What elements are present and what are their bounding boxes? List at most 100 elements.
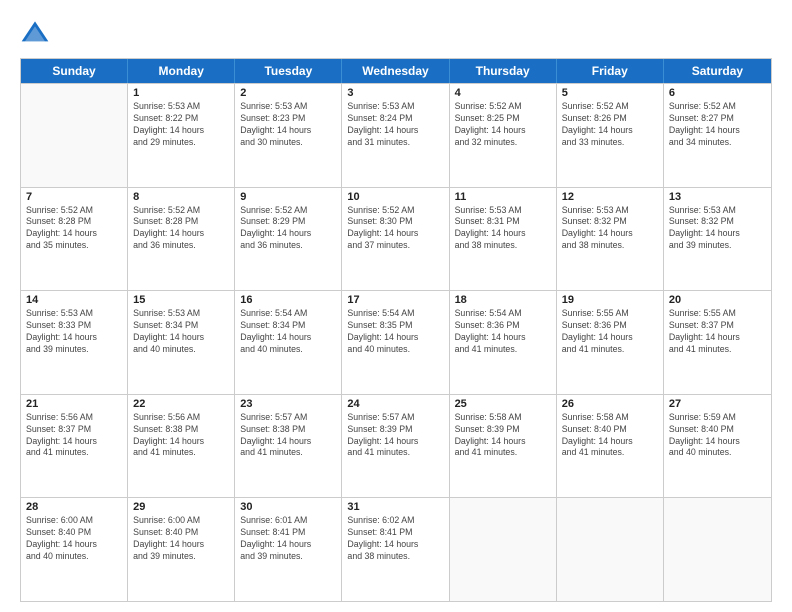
day-number: 31 [347,501,443,513]
day-info: Sunrise: 5:53 AM Sunset: 8:33 PM Dayligh… [26,308,122,356]
calendar-row-4: 21 Sunrise: 5:56 AM Sunset: 8:37 PM Dayli… [21,394,771,498]
day-number: 20 [669,294,766,306]
day-number: 22 [133,398,229,410]
day-info: Sunrise: 5:54 AM Sunset: 8:34 PM Dayligh… [240,308,336,356]
day-info: Sunrise: 5:54 AM Sunset: 8:35 PM Dayligh… [347,308,443,356]
day-cell-17: 17 Sunrise: 5:54 AM Sunset: 8:35 PM Dayli… [342,291,449,394]
day-number: 13 [669,191,766,203]
calendar-row-3: 14 Sunrise: 5:53 AM Sunset: 8:33 PM Dayli… [21,290,771,394]
header-day-monday: Monday [128,59,235,83]
header-day-tuesday: Tuesday [235,59,342,83]
day-info: Sunrise: 6:00 AM Sunset: 8:40 PM Dayligh… [133,515,229,563]
day-info: Sunrise: 5:55 AM Sunset: 8:36 PM Dayligh… [562,308,658,356]
day-info: Sunrise: 5:57 AM Sunset: 8:39 PM Dayligh… [347,412,443,460]
day-number: 5 [562,87,658,99]
day-number: 14 [26,294,122,306]
day-info: Sunrise: 5:58 AM Sunset: 8:40 PM Dayligh… [562,412,658,460]
day-number: 6 [669,87,766,99]
day-cell-29: 29 Sunrise: 6:00 AM Sunset: 8:40 PM Dayli… [128,498,235,601]
day-cell-13: 13Sunrise: 5:53 AM Sunset: 8:32 PM Dayli… [664,188,771,291]
day-cell-22: 22 Sunrise: 5:56 AM Sunset: 8:38 PM Dayli… [128,395,235,498]
logo-icon [20,18,50,48]
day-number: 19 [562,294,658,306]
day-info: Sunrise: 5:56 AM Sunset: 8:38 PM Dayligh… [133,412,229,460]
day-info: Sunrise: 5:52 AM Sunset: 8:28 PM Dayligh… [26,205,122,253]
header [20,18,772,48]
header-day-wednesday: Wednesday [342,59,449,83]
day-number: 11 [455,191,551,203]
day-info: Sunrise: 5:58 AM Sunset: 8:39 PM Dayligh… [455,412,551,460]
calendar-row-1: 1Sunrise: 5:53 AM Sunset: 8:22 PM Daylig… [21,83,771,187]
day-info: Sunrise: 5:53 AM Sunset: 8:24 PM Dayligh… [347,101,443,149]
day-info: Sunrise: 5:52 AM Sunset: 8:27 PM Dayligh… [669,101,766,149]
calendar-row-2: 7 Sunrise: 5:52 AM Sunset: 8:28 PM Daylig… [21,187,771,291]
day-info: Sunrise: 6:01 AM Sunset: 8:41 PM Dayligh… [240,515,336,563]
day-number: 17 [347,294,443,306]
day-cell-26: 26Sunrise: 5:58 AM Sunset: 8:40 PM Dayli… [557,395,664,498]
day-cell-11: 11Sunrise: 5:53 AM Sunset: 8:31 PM Dayli… [450,188,557,291]
header-day-sunday: Sunday [21,59,128,83]
day-cell-28: 28Sunrise: 6:00 AM Sunset: 8:40 PM Dayli… [21,498,128,601]
day-info: Sunrise: 5:59 AM Sunset: 8:40 PM Dayligh… [669,412,766,460]
calendar: SundayMondayTuesdayWednesdayThursdayFrid… [20,58,772,602]
day-info: Sunrise: 6:02 AM Sunset: 8:41 PM Dayligh… [347,515,443,563]
day-number: 24 [347,398,443,410]
day-number: 3 [347,87,443,99]
day-number: 4 [455,87,551,99]
day-cell-7: 7 Sunrise: 5:52 AM Sunset: 8:28 PM Daylig… [21,188,128,291]
header-day-thursday: Thursday [450,59,557,83]
day-number: 28 [26,501,122,513]
day-number: 16 [240,294,336,306]
day-number: 25 [455,398,551,410]
day-cell-31: 31 Sunrise: 6:02 AM Sunset: 8:41 PM Dayli… [342,498,449,601]
empty-cell [664,498,771,601]
day-cell-1: 1Sunrise: 5:53 AM Sunset: 8:22 PM Daylig… [128,84,235,187]
day-number: 29 [133,501,229,513]
logo [20,18,54,48]
header-day-friday: Friday [557,59,664,83]
day-cell-27: 27 Sunrise: 5:59 AM Sunset: 8:40 PM Dayli… [664,395,771,498]
day-info: Sunrise: 5:54 AM Sunset: 8:36 PM Dayligh… [455,308,551,356]
day-cell-4: 4 Sunrise: 5:52 AM Sunset: 8:25 PM Daylig… [450,84,557,187]
day-number: 21 [26,398,122,410]
day-number: 27 [669,398,766,410]
day-info: Sunrise: 5:52 AM Sunset: 8:29 PM Dayligh… [240,205,336,253]
day-number: 23 [240,398,336,410]
day-info: Sunrise: 5:52 AM Sunset: 8:25 PM Dayligh… [455,101,551,149]
day-number: 9 [240,191,336,203]
day-cell-24: 24 Sunrise: 5:57 AM Sunset: 8:39 PM Dayli… [342,395,449,498]
day-info: Sunrise: 5:53 AM Sunset: 8:23 PM Dayligh… [240,101,336,149]
day-cell-20: 20 Sunrise: 5:55 AM Sunset: 8:37 PM Dayli… [664,291,771,394]
day-cell-30: 30Sunrise: 6:01 AM Sunset: 8:41 PM Dayli… [235,498,342,601]
day-info: Sunrise: 5:52 AM Sunset: 8:28 PM Dayligh… [133,205,229,253]
page: SundayMondayTuesdayWednesdayThursdayFrid… [0,0,792,612]
day-number: 18 [455,294,551,306]
day-number: 12 [562,191,658,203]
day-info: Sunrise: 5:57 AM Sunset: 8:38 PM Dayligh… [240,412,336,460]
day-info: Sunrise: 5:53 AM Sunset: 8:22 PM Dayligh… [133,101,229,149]
day-cell-5: 5Sunrise: 5:52 AM Sunset: 8:26 PM Daylig… [557,84,664,187]
day-cell-6: 6 Sunrise: 5:52 AM Sunset: 8:27 PM Daylig… [664,84,771,187]
empty-cell [21,84,128,187]
day-cell-2: 2 Sunrise: 5:53 AM Sunset: 8:23 PM Daylig… [235,84,342,187]
day-info: Sunrise: 5:52 AM Sunset: 8:30 PM Dayligh… [347,205,443,253]
day-cell-23: 23 Sunrise: 5:57 AM Sunset: 8:38 PM Dayli… [235,395,342,498]
empty-cell [450,498,557,601]
day-cell-9: 9 Sunrise: 5:52 AM Sunset: 8:29 PM Daylig… [235,188,342,291]
calendar-body: 1Sunrise: 5:53 AM Sunset: 8:22 PM Daylig… [21,83,771,601]
header-day-saturday: Saturday [664,59,771,83]
calendar-row-5: 28 Sunrise: 6:00 AM Sunset: 8:40 PM Dayli… [21,497,771,601]
day-number: 2 [240,87,336,99]
day-cell-18: 18 Sunrise: 5:54 AM Sunset: 8:36 PM Dayli… [450,291,557,394]
day-info: Sunrise: 5:53 AM Sunset: 8:32 PM Dayligh… [562,205,658,253]
day-cell-21: 21 Sunrise: 5:56 AM Sunset: 8:37 PM Dayli… [21,395,128,498]
day-cell-19: 19 Sunrise: 5:55 AM Sunset: 8:36 PM Dayli… [557,291,664,394]
day-info: Sunrise: 5:55 AM Sunset: 8:37 PM Dayligh… [669,308,766,356]
day-cell-16: 16 Sunrise: 5:54 AM Sunset: 8:34 PM Dayli… [235,291,342,394]
day-cell-15: 15Sunrise: 5:53 AM Sunset: 8:34 PM Dayli… [128,291,235,394]
day-info: Sunrise: 5:53 AM Sunset: 8:34 PM Dayligh… [133,308,229,356]
day-cell-10: 10Sunrise: 5:52 AM Sunset: 8:30 PM Dayli… [342,188,449,291]
day-info: Sunrise: 5:56 AM Sunset: 8:37 PM Dayligh… [26,412,122,460]
day-number: 7 [26,191,122,203]
day-cell-3: 3 Sunrise: 5:53 AM Sunset: 8:24 PM Daylig… [342,84,449,187]
